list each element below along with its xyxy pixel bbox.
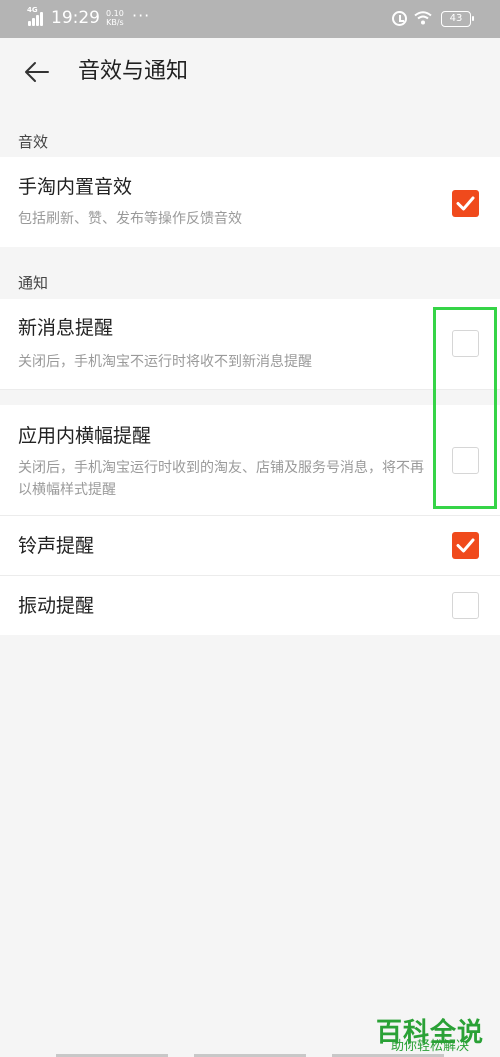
setting-row-in-app-banner[interactable]: 应用内横幅提醒 关闭后，手机淘宝运行时收到的淘友、店铺及服务号消息，将不再以横幅… <box>0 405 500 516</box>
signal-icon <box>28 10 46 26</box>
setting-title: 铃声提醒 <box>18 535 95 557</box>
setting-row-ringtone[interactable]: 铃声提醒 <box>0 516 500 576</box>
setting-description: 关闭后，手机淘宝不运行时将收不到新消息提醒 <box>18 354 312 370</box>
status-bar: 4G 19:29 0.10 KB/s ··· 43 <box>0 0 500 38</box>
speed-unit: KB/s <box>106 18 124 27</box>
vibration-checkbox[interactable] <box>452 592 479 619</box>
setting-title: 应用内横幅提醒 <box>18 425 152 447</box>
check-icon <box>456 538 475 553</box>
setting-description: 包括刷新、赞、发布等操作反馈音效 <box>18 211 242 227</box>
status-time: 19:29 <box>51 8 100 28</box>
annotation-highlight-box <box>433 307 497 509</box>
app-header: 音效与通知 <box>0 38 500 106</box>
back-arrow-icon[interactable] <box>22 58 52 86</box>
setting-row-builtin-sound[interactable]: 手淘内置音效 包括刷新、赞、发布等操作反馈音效 <box>0 157 500 247</box>
speed-value: 0.10 <box>106 9 124 18</box>
wifi-icon <box>414 11 432 25</box>
more-notifications-icon: ··· <box>132 6 151 25</box>
setting-description: 关闭后，手机淘宝运行时收到的淘友、店铺及服务号消息，将不再以横幅样式提醒 <box>18 460 424 498</box>
page-title: 音效与通知 <box>78 59 189 84</box>
builtin-sound-checkbox[interactable] <box>452 190 479 217</box>
alarm-icon <box>392 11 407 26</box>
battery-icon: 43 <box>441 11 474 27</box>
section-label-notify: 通知 <box>18 274 49 292</box>
network-speed: 0.10 KB/s <box>106 9 124 27</box>
ringtone-checkbox[interactable] <box>452 532 479 559</box>
section-label-sound: 音效 <box>18 133 49 151</box>
watermark-subtitle: 助你轻松解决 <box>390 1039 469 1054</box>
setting-title: 新消息提醒 <box>18 317 114 339</box>
row-divider <box>0 389 500 390</box>
check-icon <box>456 196 475 211</box>
setting-title: 手淘内置音效 <box>18 176 133 198</box>
setting-row-new-message[interactable]: 新消息提醒 关闭后，手机淘宝不运行时将收不到新消息提醒 <box>0 299 500 390</box>
setting-row-vibration[interactable]: 振动提醒 <box>0 576 500 635</box>
watermark-logo: 百科全说 助你轻松解决 <box>370 1019 490 1057</box>
setting-title: 振动提醒 <box>18 595 95 617</box>
